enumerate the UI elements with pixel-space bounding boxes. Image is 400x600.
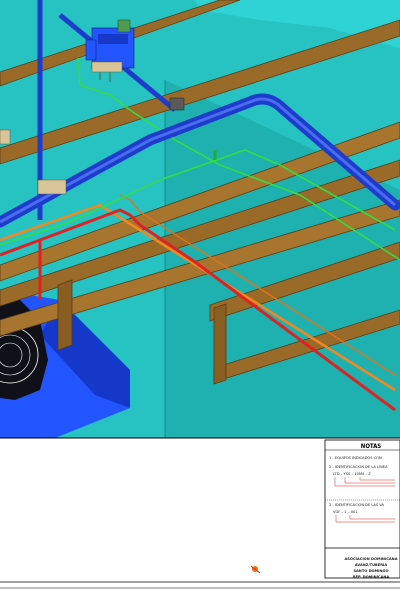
- notes-title: NOTAS: [361, 443, 382, 450]
- instrument: [0, 129, 11, 145]
- model-view: [0, 0, 400, 438]
- valve-code: VGF – 1 – 001: [333, 510, 358, 514]
- note-3: 3 - IDENTIFICACION DE LAS VA: [329, 503, 385, 507]
- beam-post: [57, 279, 73, 351]
- piping-isometric-drawing: NOTAS 1 - EQUIPOS INDICADOS CON 2 - IDEN…: [0, 0, 400, 589]
- note-1: 1 - EQUIPOS INDICADOS CON: [329, 456, 382, 460]
- title-line-4: REP. DOMINICANA: [353, 575, 390, 579]
- notes-block: NOTAS 1 - EQUIPOS INDICADOS CON 2 - IDEN…: [324, 439, 400, 579]
- title-line-3: SANTO DOMINGO: [353, 569, 388, 573]
- line-code: LTD – YSS – 10M4 – Z: [333, 472, 371, 476]
- note-2: 2 - IDENTIFICACION DE LA LINEA: [329, 465, 388, 469]
- instrument: [37, 179, 67, 195]
- title-line-2: AVANZ/TUBERIA: [355, 563, 387, 567]
- pipe-flange: [169, 97, 185, 111]
- beam-post: [213, 303, 227, 385]
- title-line-1: ASOCIACION DOMINICANA: [345, 557, 398, 561]
